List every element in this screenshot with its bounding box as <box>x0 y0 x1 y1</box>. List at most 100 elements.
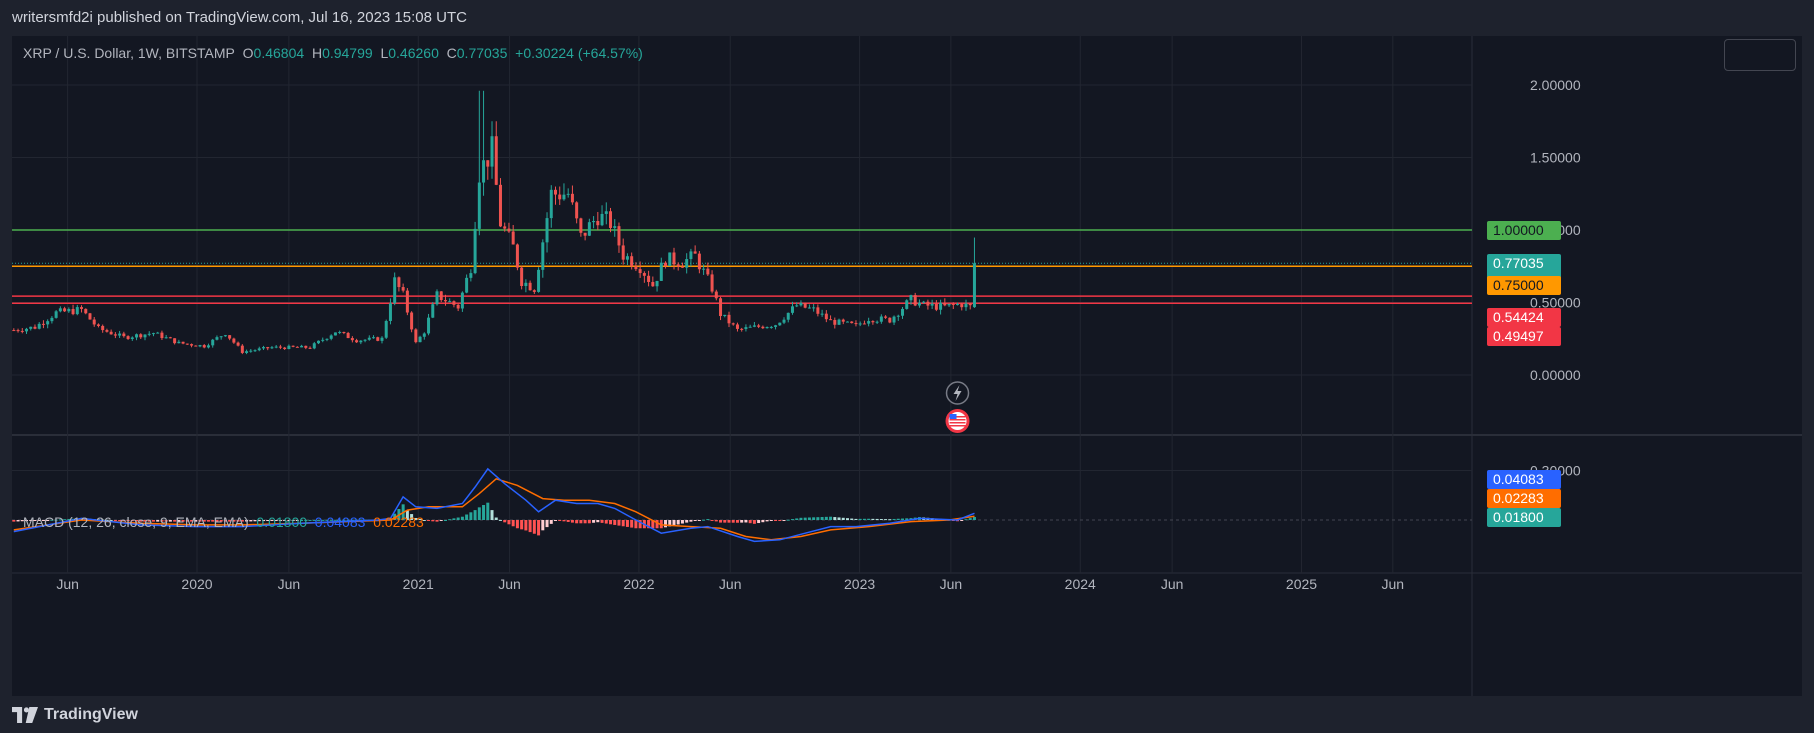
candle-body <box>854 323 858 325</box>
candle-body <box>261 347 265 349</box>
candle-body <box>304 345 308 348</box>
candle-body <box>325 338 329 340</box>
candle-body <box>642 273 646 276</box>
candle-body <box>625 256 629 260</box>
candle-body <box>219 336 223 338</box>
chart-corner-button[interactable] <box>1724 39 1796 71</box>
level-tag-2[interactable]: 0.75000 <box>1487 276 1561 296</box>
macd-hist-bar <box>901 518 905 520</box>
candle-body <box>494 136 498 185</box>
macd-hist-bar <box>528 520 532 533</box>
macd-signal-tag[interactable]: 0.02283 <box>1487 489 1561 508</box>
candle-body <box>714 291 718 299</box>
macd-hist-bar <box>960 520 964 521</box>
candle-body <box>884 316 888 318</box>
macd-hist-bar <box>740 520 744 523</box>
x-tick-label: 2025 <box>1286 576 1317 592</box>
candle-body <box>380 337 384 341</box>
candle-body <box>486 160 490 167</box>
macd-hist-bar <box>748 520 752 524</box>
footer-brand[interactable]: TradingView <box>12 696 412 733</box>
candle-body <box>790 306 794 313</box>
candle-body <box>173 338 177 344</box>
candle-body <box>181 341 185 344</box>
tradingview-logo-icon <box>12 706 38 723</box>
candle-body <box>939 302 943 310</box>
candle-body <box>228 335 232 339</box>
macd-hist-bar <box>609 520 613 525</box>
candle-body <box>333 332 337 336</box>
macd-hist-bar <box>816 517 820 520</box>
candle-body <box>676 264 680 267</box>
candle-body <box>431 304 435 318</box>
open-label: O <box>242 45 254 61</box>
macd-hist-bar <box>503 520 507 523</box>
candle-body <box>960 304 964 308</box>
macd-hist-bar <box>689 520 693 522</box>
candle-body <box>185 343 189 345</box>
candle-body <box>913 295 917 306</box>
macd-hist-bar <box>672 520 676 526</box>
candle-body <box>16 330 20 332</box>
x-tick-label: 2021 <box>403 576 434 592</box>
macd-hist-tag[interactable]: 0.01800 <box>1487 508 1561 527</box>
level-tag-3[interactable]: 0.54424 <box>1487 308 1561 328</box>
candle-body <box>194 345 198 347</box>
candle-body <box>824 313 828 320</box>
candle-body <box>782 319 786 323</box>
macd-hist-bar <box>494 517 498 520</box>
macd-line-tag[interactable]: 0.04083 <box>1487 470 1561 489</box>
candle-body <box>490 136 494 167</box>
macd-hist-bar <box>790 519 794 521</box>
candle-body <box>562 194 566 200</box>
macd-legend[interactable]: MACD (12, 26, close, 9, EMA, EMA) 0.0180… <box>23 514 424 530</box>
candle-body <box>405 290 409 313</box>
macd-hist-bar <box>448 519 452 521</box>
candle-body <box>896 315 900 317</box>
candle-body <box>735 324 739 329</box>
us-flag-icon <box>945 409 970 433</box>
candle-body <box>901 308 905 316</box>
candle-body <box>909 295 913 301</box>
macd-hist-bar <box>867 518 871 520</box>
candle-body <box>748 326 752 328</box>
macd-hist-bar <box>803 517 807 520</box>
macd-hist-bar <box>782 520 786 521</box>
macd-hist-bar <box>710 520 714 521</box>
candle-body <box>583 232 587 236</box>
candle-body <box>240 345 244 353</box>
candle-body <box>135 334 139 338</box>
symbol-legend[interactable]: XRP / U.S. Dollar, 1W, BITSTAMP O0.46804… <box>23 45 643 61</box>
open-value: 0.46804 <box>253 45 305 61</box>
candle-body <box>803 302 807 308</box>
macd-hist-bar <box>968 518 972 520</box>
candle-body <box>774 325 778 327</box>
macd-hist-bar <box>833 517 837 520</box>
candle-body <box>964 303 968 308</box>
low-value: 0.46260 <box>388 45 439 61</box>
candle-body <box>67 309 71 312</box>
chart-canvas[interactable]: 0.000000.500001.000001.500002.00000Jun20… <box>12 36 1802 696</box>
candle-body <box>465 277 469 293</box>
candle-body <box>685 259 689 268</box>
level-tag-1[interactable]: 1.00000 <box>1487 221 1561 240</box>
macd-hist-bar <box>837 517 841 520</box>
macd-hist-bar <box>570 520 574 523</box>
candle-body <box>862 323 866 325</box>
macd-hist-bar <box>482 505 486 520</box>
macd-hist-bar <box>829 516 833 520</box>
macd-hist-bar <box>795 518 799 520</box>
candle-body <box>634 266 638 270</box>
chart-area[interactable]: 0.000000.500001.000001.500002.00000Jun20… <box>12 36 1802 696</box>
candle-body <box>647 275 651 282</box>
level-tag-4[interactable]: 0.49497 <box>1487 327 1561 347</box>
candle-body <box>249 350 253 352</box>
candle-body <box>443 300 447 302</box>
candle-body <box>482 160 486 183</box>
candle-body <box>160 332 164 339</box>
candle-body <box>435 291 439 305</box>
candle-body <box>308 347 312 349</box>
candle-body <box>300 345 304 348</box>
macd-hist-bar <box>757 520 761 524</box>
candle-body <box>139 334 143 338</box>
